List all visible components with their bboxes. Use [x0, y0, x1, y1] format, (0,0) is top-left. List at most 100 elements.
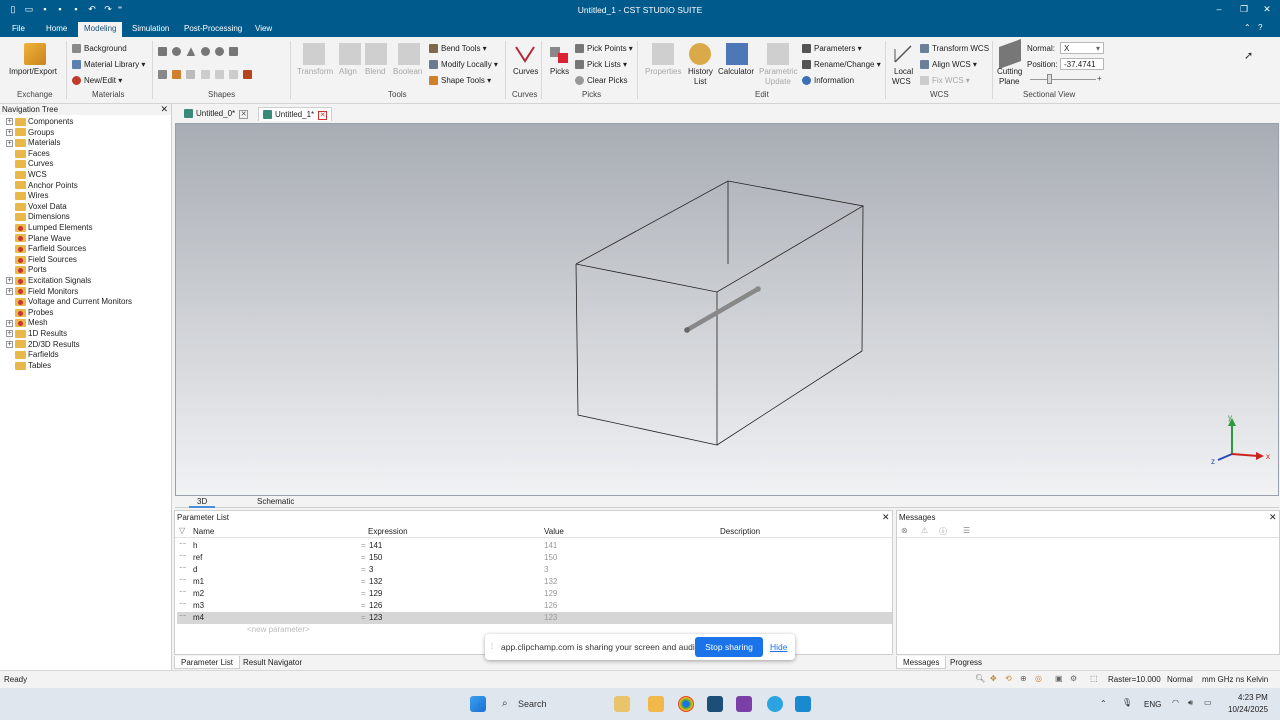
tab-untitled-1[interactable]: Untitled_1* ✕ — [258, 107, 333, 121]
local-wcs-button[interactable]: Local — [894, 67, 913, 76]
tree-item[interactable]: + Components — [6, 117, 73, 127]
new-edit-button[interactable]: New/Edit ▾ — [72, 76, 122, 86]
pan-icon[interactable]: ✥ — [990, 674, 997, 683]
tree-item[interactable]: Wires — [6, 191, 48, 201]
rotate-icon[interactable] — [172, 70, 182, 80]
tab-3d[interactable]: 3D — [189, 497, 216, 508]
cst-studio-icon[interactable] — [707, 696, 723, 712]
language-indicator[interactable]: ENG — [1144, 700, 1161, 709]
tree-item[interactable]: Plane Wave — [6, 234, 71, 244]
tree-item[interactable]: Faces — [6, 149, 50, 159]
stop-sharing-button[interactable]: Stop sharing — [695, 637, 763, 657]
zoom-icon[interactable]: 🔍︎ — [975, 674, 985, 683]
table-row[interactable]: ⁼⁼ m3 = 126 126 — [177, 600, 892, 612]
extrude-icon[interactable] — [158, 70, 167, 80]
modify-locally-button[interactable]: Modify Locally ▾ — [429, 60, 498, 70]
tree-item[interactable]: Probes — [6, 308, 53, 318]
column-header-description[interactable]: Description — [720, 527, 760, 536]
close-icon[interactable]: ✕ — [160, 104, 168, 115]
cutting-plane-button[interactable]: Cutting — [997, 67, 1022, 76]
telegram-icon[interactable] — [767, 696, 783, 712]
chrome-icon[interactable] — [678, 696, 694, 712]
file-explorer-icon[interactable] — [648, 696, 664, 712]
new-parameter-row[interactable]: <new parameter> — [247, 625, 310, 634]
close-icon[interactable]: ✕ — [1269, 512, 1277, 523]
table-row[interactable]: ⁼⁼ h = 141 141 — [177, 540, 892, 552]
tree-item[interactable]: + Groups — [6, 128, 54, 138]
tab-parameter-list[interactable]: Parameter List — [174, 656, 241, 669]
status-mode[interactable]: Normal — [1167, 675, 1193, 684]
3d-viewport[interactable]: y x z — [175, 123, 1279, 496]
menu-modeling[interactable]: Modeling — [78, 22, 123, 37]
align-button[interactable]: Align — [339, 67, 357, 76]
close-icon[interactable]: ✕ — [882, 512, 890, 523]
rename-change-button[interactable]: Rename/Change ▾ — [802, 60, 881, 70]
tree-item[interactable]: Lumped Elements — [6, 223, 92, 233]
tab-untitled-0[interactable]: Untitled_0* ✕ — [180, 107, 252, 121]
tree-item[interactable]: +1D Results — [6, 329, 67, 339]
clear-messages-icon[interactable]: ⊗ — [901, 526, 908, 535]
tree-item[interactable]: Ports — [6, 265, 47, 275]
tray-chevron-icon[interactable]: ⌃ — [1100, 699, 1107, 708]
tab-messages[interactable]: Messages — [896, 656, 947, 669]
more-shapes-icon[interactable] — [229, 47, 239, 57]
transform-wcs-button[interactable]: Transform WCS — [920, 44, 989, 54]
cone-icon[interactable] — [186, 47, 196, 57]
search-icon[interactable]: ⌕ — [502, 698, 508, 709]
parametric-update-button[interactable]: Parametric — [759, 67, 798, 76]
align-wcs-button[interactable]: Align WCS ▾ — [920, 60, 977, 70]
table-row[interactable]: ⁼⁼ m2 = 129 129 — [177, 588, 892, 600]
warning-filter-icon[interactable]: ⚠ — [921, 526, 928, 535]
clock-date[interactable]: 10/24/2025 — [1228, 705, 1268, 714]
hide-link[interactable]: Hide — [770, 642, 787, 652]
curve-extrude-icon[interactable] — [214, 70, 224, 80]
cylinder-icon[interactable] — [172, 47, 182, 57]
menu-home[interactable]: Home — [46, 24, 67, 33]
tree-item[interactable]: +2D/3D Results — [6, 340, 80, 350]
battery-icon[interactable]: ▭ — [1204, 698, 1212, 707]
clear-picks-button[interactable]: Clear Picks — [575, 76, 627, 86]
boolean-button[interactable]: Boolean — [393, 67, 422, 76]
microphone-icon[interactable]: 🎙︎ — [1122, 698, 1132, 707]
import-export-button[interactable]: Import/Export — [9, 67, 57, 76]
expand-icon[interactable]: + — [6, 319, 13, 327]
tab-schematic[interactable]: Schematic — [257, 497, 294, 506]
tab-progress[interactable]: Progress — [944, 656, 988, 669]
menu-file[interactable]: File — [12, 24, 25, 33]
shape-tools-button[interactable]: Shape Tools ▾ — [429, 76, 491, 86]
ribbon-collapse-icon[interactable]: ⌃ — [1244, 23, 1251, 32]
tree-item[interactable]: Dimensions — [6, 212, 70, 222]
table-row[interactable]: ⁼⁼ d = 3 3 — [177, 564, 892, 576]
status-units[interactable]: mm GHz ns Kelvin — [1202, 675, 1268, 684]
background-button[interactable]: Background — [72, 44, 127, 54]
tree-item[interactable]: Farfield Sources — [6, 244, 86, 254]
restore-button[interactable]: ❐ — [1233, 3, 1255, 17]
clock-time[interactable]: 4:23 PM — [1238, 693, 1268, 702]
windows-start-icon[interactable] — [470, 696, 486, 712]
tree-item[interactable]: Tables — [6, 361, 51, 371]
torus-icon[interactable] — [214, 47, 224, 57]
history-button[interactable]: History — [688, 67, 713, 76]
taskbar-search[interactable]: Search — [518, 699, 547, 709]
app-icon[interactable] — [795, 696, 811, 712]
tree-item[interactable]: WCS — [6, 170, 47, 180]
information-button[interactable]: Information — [802, 76, 854, 86]
list-icon[interactable]: ☰ — [963, 526, 970, 535]
tree-item[interactable]: + Field Monitors — [6, 287, 78, 297]
sweep-icon[interactable] — [200, 70, 210, 80]
menu-simulation[interactable]: Simulation — [132, 24, 169, 33]
close-tab-icon[interactable]: ✕ — [318, 111, 328, 120]
pick-lists-button[interactable]: Pick Lists ▾ — [575, 60, 627, 70]
column-header-value[interactable]: Value — [544, 527, 564, 536]
wifi-icon[interactable]: ◠ — [1172, 698, 1179, 707]
parameters-button[interactable]: Parameters ▾ — [802, 44, 862, 54]
position-field[interactable]: -37.4741 — [1060, 58, 1104, 70]
tree-item[interactable]: Voxel Data — [6, 202, 67, 212]
tree-item[interactable]: Farfields — [6, 350, 59, 360]
normal-select[interactable]: X ▾ — [1060, 42, 1104, 54]
trace-icon[interactable] — [229, 70, 239, 80]
wire-icon[interactable] — [243, 70, 253, 80]
tree-item[interactable]: Field Sources — [6, 255, 77, 265]
view-options-icon[interactable]: ⚙ — [1070, 674, 1077, 683]
tree-item[interactable]: + Mesh — [6, 318, 48, 328]
